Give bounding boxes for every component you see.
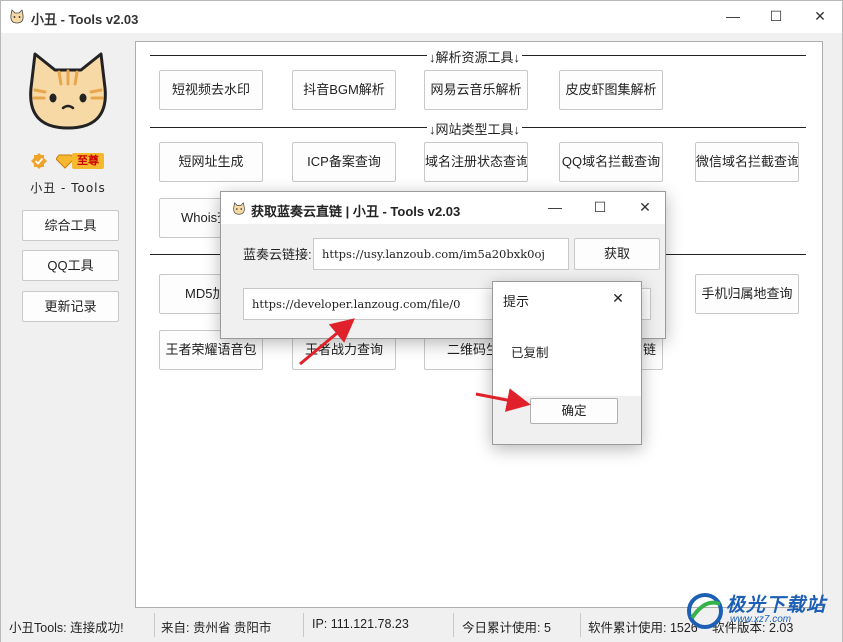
status-location: 来自: 贵州省 贵阳市 bbox=[161, 621, 272, 635]
dialog-maximize-button[interactable]: ☐ bbox=[578, 192, 622, 224]
watermark-text: 极光下载站 bbox=[726, 595, 827, 616]
message-box-title: 提示 bbox=[503, 294, 530, 309]
section-title-web: ↓网站类型工具↓ bbox=[427, 119, 523, 138]
message-text: 已复制 bbox=[511, 346, 549, 360]
status-today-usage: 今日累计使用: 5 bbox=[462, 621, 551, 635]
lanzou-link-label: 蓝奏云链接: bbox=[243, 247, 312, 262]
user-name: 小丑 - Tools bbox=[30, 181, 106, 195]
title-bar: 小丑 - Tools v2.03 — ☐ ✕ bbox=[1, 1, 842, 33]
status-separator bbox=[453, 613, 454, 637]
status-total-usage: 软件累计使用: 1526 bbox=[588, 621, 698, 635]
ok-button[interactable]: 确定 bbox=[530, 398, 618, 424]
icp-query-button[interactable]: ICP备案查询 bbox=[292, 142, 396, 182]
pipixia-gallery-button[interactable]: 皮皮虾图集解析 bbox=[559, 70, 663, 110]
copied-message-box: 提示 ✕ 已复制 确定 bbox=[492, 281, 642, 445]
wechat-domain-block-button[interactable]: 微信域名拦截查询 bbox=[695, 142, 799, 182]
netease-music-button[interactable]: 网易云音乐解析 bbox=[424, 70, 528, 110]
lanzou-link-input[interactable]: https://usy.lanzoub.com/im5a20bxk0oj bbox=[313, 238, 569, 270]
message-box-close-button[interactable]: ✕ bbox=[603, 284, 633, 312]
section-title-parse: ↓解析资源工具↓ bbox=[427, 47, 523, 66]
dialog-close-button[interactable]: ✕ bbox=[623, 192, 667, 224]
vip-badge-label: 至尊 bbox=[72, 153, 104, 169]
verified-icon bbox=[31, 153, 47, 169]
status-separator bbox=[580, 613, 581, 637]
red-arrow-icon bbox=[299, 318, 355, 366]
changelog-button[interactable]: 更新记录 bbox=[22, 291, 119, 322]
message-box-title-bar: 提示 ✕ bbox=[493, 282, 641, 314]
dialog-minimize-button[interactable]: — bbox=[533, 192, 577, 224]
maximize-button[interactable]: ☐ bbox=[753, 1, 799, 33]
douyin-bgm-button[interactable]: 抖音BGM解析 bbox=[292, 70, 396, 110]
window-title: 小丑 - Tools v2.03 bbox=[31, 12, 139, 27]
domain-status-button[interactable]: 域名注册状态查询 bbox=[424, 142, 528, 182]
cat-app-icon bbox=[233, 202, 245, 215]
cat-avatar bbox=[29, 52, 107, 130]
general-tools-button[interactable]: 综合工具 bbox=[22, 210, 119, 241]
status-ip: IP: 111.121.78.23 bbox=[312, 617, 409, 631]
fetch-button[interactable]: 获取 bbox=[574, 238, 660, 270]
status-separator bbox=[154, 613, 155, 637]
dialog-title: 获取蓝奏云直链 | 小丑 - Tools v2.03 bbox=[251, 204, 461, 219]
watermark-logo-icon bbox=[687, 593, 723, 629]
watermark: 极光下载站 www.xz7.com bbox=[686, 590, 836, 638]
vip-badge: 至尊 bbox=[56, 153, 106, 169]
red-arrow-icon bbox=[475, 388, 531, 412]
watermark-sub: www.xz7.com bbox=[730, 614, 792, 625]
message-box-body: 已复制 bbox=[493, 314, 641, 396]
qq-domain-block-button[interactable]: QQ域名拦截查询 bbox=[559, 142, 663, 182]
qq-tools-button[interactable]: QQ工具 bbox=[22, 250, 119, 281]
video-watermark-remove-button[interactable]: 短视频去水印 bbox=[159, 70, 263, 110]
phone-location-button[interactable]: 手机归属地查询 bbox=[695, 274, 799, 314]
short-url-button[interactable]: 短网址生成 bbox=[159, 142, 263, 182]
status-connection: 小丑Tools: 连接成功! bbox=[9, 621, 124, 635]
dialog-title-bar: 获取蓝奏云直链 | 小丑 - Tools v2.03 — ☐ ✕ bbox=[221, 192, 665, 224]
sidebar: 至尊 小丑 - Tools 综合工具 QQ工具 更新记录 bbox=[1, 33, 135, 609]
cat-app-icon bbox=[10, 9, 24, 24]
close-button[interactable]: ✕ bbox=[797, 1, 843, 33]
status-separator bbox=[303, 613, 304, 637]
minimize-button[interactable]: — bbox=[710, 1, 756, 33]
